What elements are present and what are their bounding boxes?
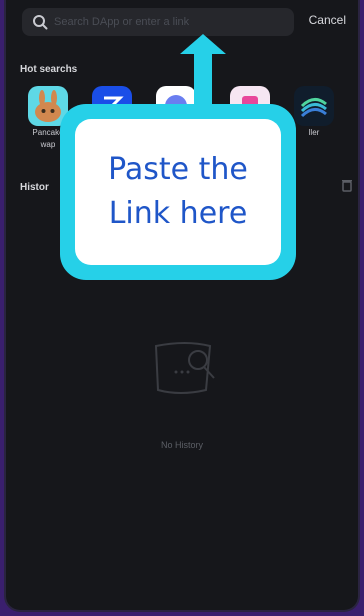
callout-text: Paste the Link here	[108, 148, 248, 236]
history-title: Histor	[20, 182, 49, 193]
trash-icon[interactable]	[340, 178, 354, 192]
hot-app-5[interactable]: ller	[290, 86, 338, 138]
cancel-button[interactable]: Cancel	[309, 13, 346, 27]
callout-inner: Paste the Link here	[75, 119, 281, 265]
empty-history-icon	[154, 342, 215, 394]
callout-line-2: Link here	[108, 196, 248, 231]
search-box[interactable]	[22, 8, 294, 36]
paste-link-callout: Paste the Link here	[60, 104, 296, 280]
hot-searches-title: Hot searchs	[20, 64, 78, 75]
dapp-swirl-icon	[294, 86, 334, 126]
callout-line-1: Paste the	[108, 152, 248, 187]
search-input[interactable]	[54, 8, 284, 36]
search-icon	[33, 15, 48, 30]
app-label: ller	[308, 128, 320, 137]
no-history-text: No History	[160, 440, 203, 450]
